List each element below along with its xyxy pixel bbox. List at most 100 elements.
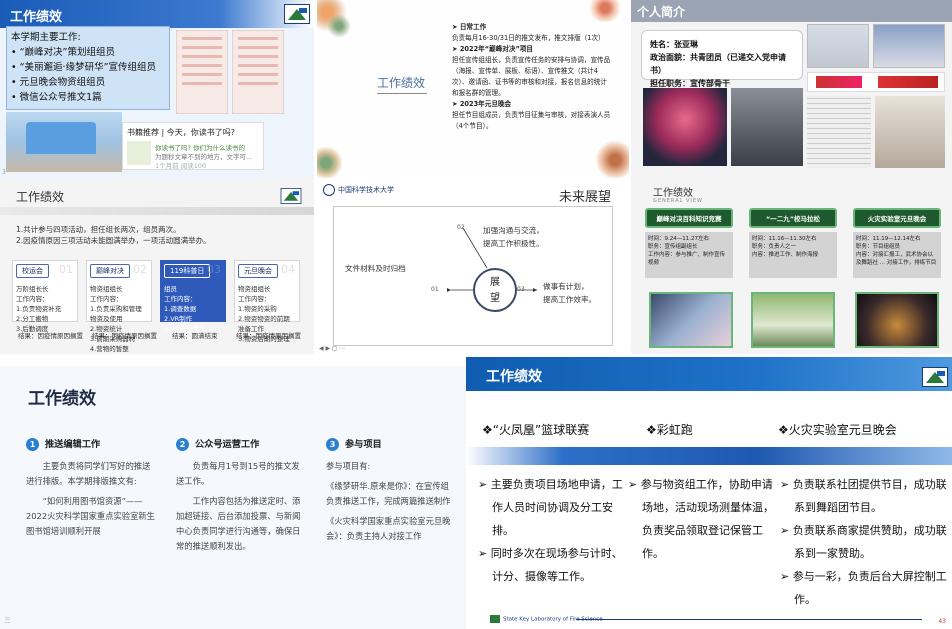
marathon-poster (751, 292, 835, 348)
activity-column: 火灾实验室元旦晚会 时间：11.19—12.14左右 职务：节目组组员 内容：对… (853, 208, 941, 278)
slide-thumbnail-6[interactable]: 工作绩效 GENERAL VIEW 巅峰对决百科知识竞赛 时间：9.24—11.… (631, 178, 952, 354)
slide-thumbnail-5[interactable]: 中国科学技术大学 未来展望 文件材料及时归档 01 02 加强沟通与交流， 提高… (317, 178, 629, 354)
activity-number: 04 (281, 263, 295, 276)
summary-line: • 元旦晚会物资组组员 (11, 77, 106, 88)
activity-label: 元旦晚会 (238, 264, 278, 278)
activity-description: 时间：11.16—11.30左右 职务：负责人之一 内容：推进工作、制作海报 (749, 232, 837, 278)
duty-item: ➢ 同时多次在现场参与计时、计分、摄像等工作。 (478, 547, 623, 583)
activity-label: 校运会 (16, 264, 49, 278)
work-paragraph: 《缘梦研华.原来是你》：在宣传组负责推送工作，完成两篇推送制作 (326, 481, 451, 506)
event-duties-list: ➢ 负责联系社团提供节目，成功联系到舞蹈团节目。 ➢ 负责联系商家提供赞助，成功… (780, 473, 948, 611)
activity-result: 结果：圆满结束 (172, 332, 218, 340)
activity-detail: 1.调查数据 (164, 305, 197, 313)
activity-number: 03 (207, 263, 221, 276)
page-number: 43 (938, 618, 946, 625)
section-heading: ➤ 2023年元旦晚会 (452, 100, 512, 108)
work-paragraph: 参与项目有: (326, 461, 371, 471)
newspaper-image (807, 96, 871, 168)
activity-detail: 1.负责采购和管理物资及使用 (90, 305, 142, 323)
activity-role: 组员 (164, 285, 177, 293)
leaf-decoration-icon (327, 14, 351, 38)
activity-label: 119科普日 (164, 264, 211, 278)
activity-title: 巅峰对决百科知识竞赛 (645, 208, 733, 228)
flower-decoration-icon (595, 140, 629, 178)
number-badge-icon: 3 (326, 438, 339, 451)
event-duties-list: ➢ 主要负责项目场地申请，工作人员时间协调及分工安排。 ➢ 同时多次在现场参与计… (478, 473, 628, 588)
slide-thumbnail-2[interactable]: 工作绩效 ➤ 日常工作 负责每月16-30/31日的推文发布，推文排版（1次） … (317, 0, 629, 178)
newspaper-header-image (807, 72, 945, 92)
group-photo (873, 24, 945, 68)
leaf-decoration-icon (317, 146, 343, 178)
work-column-heading: 2 公众号运营工作 (176, 436, 306, 451)
activity-title: “一二九”校马拉松 (749, 208, 837, 228)
activity-result: 结果：因疫情原因搁置 (18, 332, 83, 340)
slide-title-bar: 工作绩效 (466, 357, 952, 391)
outlook-item-text: 做事有计划， 提高工作效率。 (543, 282, 597, 304)
slide-number: 3 (2, 169, 6, 176)
quiz-photo (649, 292, 733, 348)
lab-logo-icon (284, 4, 310, 24)
work-paragraph: 主要负责将同学们写好的推送进行排版。本学期排版推文有: (26, 461, 151, 486)
slide-thumbnail-3[interactable]: 个人简介 姓名：张亚琳 政治面貌：共青团员（已递交入党申请书） 担任职务：宣传部… (631, 0, 952, 178)
slide-thumbnail-8[interactable]: 工作绩效 ❖“火凤凰”篮球联赛 ❖彩虹跑 ❖火灾实验室元旦晚会 ➢ 主要负责项目… (466, 357, 952, 629)
decorative-band (466, 447, 952, 465)
activity-boxes: 01 校运会 万阶组长长 工作内容： 1.负责物资补充 2.分工搬物 3.后勤调… (12, 260, 300, 353)
work-column-title: 公众号运营工作 (195, 439, 260, 450)
work-column-title: 推送编辑工作 (45, 439, 101, 450)
outlook-item-text: 加强沟通与交流， 提高工作积极性。 (483, 226, 544, 248)
slide-title: 工作绩效 (486, 369, 542, 385)
slide-thumbnail-7[interactable]: 工作绩效 1 推送编辑工作 主要负责将同学们写好的推送进行排版。本学期排版推文有:… (0, 366, 466, 629)
title-divider (0, 207, 314, 215)
activity-description: 时间：11.19—12.14左右 职务：节目组组员 内容：对接汇报工，武术协会以… (853, 232, 941, 278)
activity-detail: 2.分工搬物 (16, 315, 49, 323)
slide-thumbnail-4[interactable]: 工作绩效 1.共计参与四项活动，担任组长两次，组员两次。 2.因疫情原因三项活动… (0, 178, 314, 354)
activity-detail: 1.物资的采购 (238, 305, 277, 313)
activity-result: 结果：因疫情原因搁置 (236, 332, 301, 340)
summary-line: 2.因疫情原因三项活动未能圆满举办，一项活动圆满举办。 (16, 236, 211, 245)
newspaper-image (875, 96, 945, 168)
profile-info-box: 姓名：张亚琳 政治面貌：共青团员（已递交入党申请书） 担任职务：宣传部骨干 (641, 30, 803, 88)
group-photo (807, 24, 869, 68)
activity-column: 巅峰对决百科知识竞赛 时间：9.24—11.27左右 职务：宣传组副组长 工作内… (645, 208, 733, 278)
work-column: 1 推送编辑工作 主要负责将同学们写好的推送进行排版。本学期排版推文有: “如何利… (26, 436, 156, 544)
activity-box: 01 校运会 万阶组长长 工作内容： 1.负责物资补充 2.分工搬物 3.后勤调… (12, 260, 78, 333)
slide-title-bar: 个人简介 (631, 0, 952, 22)
activity-result: 结果：因疫情原因搁置 (92, 332, 157, 340)
slide-title: 个人简介 (637, 5, 686, 19)
stage-photo (643, 88, 727, 166)
summary-line: • “巅峰对决”策划组组员 (11, 47, 115, 58)
duty-item: ➢ 负责联系商家提供赞助，成功联系到一家赞助。 (780, 524, 947, 560)
activity-description: 时间：9.24—11.27左右 职务：宣传组副组长 工作内容：参与推广、制作宣传… (645, 232, 733, 278)
activity-detail: 1.负责物资补充 (16, 305, 62, 313)
summary-line: • 微信公众号推文1篇 (11, 92, 102, 103)
activity-detail: 2.VR制作 (164, 315, 193, 323)
slide-title-bar: 工作绩效 (0, 0, 314, 28)
activity-detail: 工作内容： (90, 295, 123, 303)
slide-thumbnail-1[interactable]: 工作绩效 本学期主要工作: • “巅峰对决”策划组组员 • “美丽邂逅·缘梦研华… (0, 0, 314, 178)
slide-number: 三 (4, 616, 11, 624)
poster-image (176, 30, 228, 114)
section-text: 负责每月16-30/31日的推文发布，推文排版（1次） (452, 34, 605, 42)
activity-number: 01 (59, 263, 73, 276)
outlook-hub: 展 望 (473, 268, 517, 312)
event-duties-list: ➢ 参与物资组工作，协助申请场地，活动现场测量体温，负责奖品领取登记保管工作。 (628, 473, 778, 565)
slide-body: ➤ 日常工作 负责每月16-30/31日的推文发布，推文排版（1次） ➤ 202… (452, 22, 612, 132)
article-card: 书籍推荐 | 今天，你读书了吗? 你读书了吗? 你们为什么读书的 为题秒文章不到… (122, 122, 264, 170)
slide-subtitle: GENERAL VIEW (653, 198, 703, 204)
section-heading: ➤ 2022年“巅峰对决”项目 (452, 45, 533, 53)
profile-political-status: 政治面貌：共青团员（已递交入党申请书） (650, 53, 786, 75)
work-paragraph: “如何利用图书馆资源”——2022火灾科学国家重点实验室新生图书馆培训顺利开展 (26, 496, 155, 536)
slide-controls-icon[interactable]: ◀ ▶ ◻ ⋯ (319, 345, 345, 352)
section-heading: ➤ 日常工作 (452, 23, 487, 31)
activity-title: 火灾实验室元旦晚会 (853, 208, 941, 228)
event-heading: ❖火灾实验室元旦晚会 (778, 423, 897, 437)
slide-title: 工作绩效 (16, 190, 65, 204)
section-text: 担任宣传组组长，负责宣传任务的安排与协调，宣传品（海报、宣传单、展板、标语）、宣… (452, 56, 611, 97)
flower-decoration-icon (587, 0, 623, 22)
duty-item: ➢ 参与物资组工作，协助申请场地，活动现场测量体温，负责奖品领取登记保管工作。 (628, 478, 774, 560)
lab-logo-icon (922, 367, 948, 387)
event-photo (6, 112, 122, 172)
activity-detail: 工作内容： (164, 295, 197, 303)
event-heading: ❖彩虹跑 (646, 423, 693, 437)
article-thumbnail (127, 141, 151, 165)
